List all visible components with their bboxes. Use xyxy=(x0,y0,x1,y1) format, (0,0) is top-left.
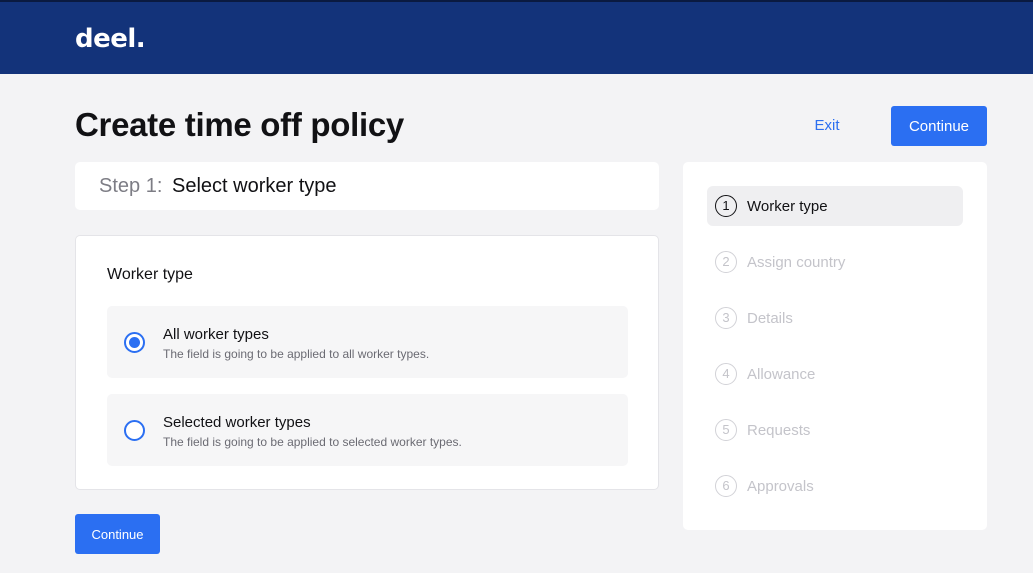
step-label: Details xyxy=(747,310,793,327)
continue-button-bottom[interactable]: Continue xyxy=(75,514,160,554)
step-number: 6 xyxy=(715,475,737,497)
stepper-item-requests[interactable]: 5 Requests xyxy=(707,410,963,450)
page-title: Create time off policy xyxy=(75,106,404,143)
option-description: The field is going to be applied to all … xyxy=(163,347,430,361)
worker-type-card: Worker type All worker types The field i… xyxy=(75,235,659,490)
option-title: All worker types xyxy=(163,326,269,343)
steps-sidebar: 1 Worker type 2 Assign country 3 Details… xyxy=(683,162,987,530)
step-prefix: Step 1: xyxy=(99,175,163,197)
continue-button-top[interactable]: Continue xyxy=(891,106,987,146)
step-label: Requests xyxy=(747,422,811,439)
radio-all-worker-types[interactable] xyxy=(124,332,145,353)
step-label: Approvals xyxy=(747,478,814,495)
exit-button[interactable]: Exit xyxy=(802,106,852,146)
step-label: Allowance xyxy=(747,366,816,383)
step-number: 3 xyxy=(715,307,737,329)
option-description: The field is going to be applied to sele… xyxy=(163,435,462,449)
stepper-item-approvals[interactable]: 6 Approvals xyxy=(707,466,963,506)
step-number: 5 xyxy=(715,419,737,441)
stepper-item-allowance[interactable]: 4 Allowance xyxy=(707,354,963,394)
top-bar: deel. xyxy=(0,0,1033,74)
option-title: Selected worker types xyxy=(163,414,311,431)
stepper-item-worker-type[interactable]: 1 Worker type xyxy=(707,186,963,226)
step-number: 1 xyxy=(715,195,737,217)
deel-logo[interactable]: deel. xyxy=(75,24,146,54)
step-number: 4 xyxy=(715,363,737,385)
step-number: 2 xyxy=(715,251,737,273)
step-label: Worker type xyxy=(747,198,828,215)
radio-selected-worker-types[interactable] xyxy=(124,420,145,441)
stepper-item-assign-country[interactable]: 2 Assign country xyxy=(707,242,963,282)
option-selected-worker-types[interactable]: Selected worker types The field is going… xyxy=(107,394,628,466)
step-header: Step 1: Select worker type xyxy=(75,162,659,210)
step-title: Select worker type xyxy=(172,175,337,197)
worker-type-label: Worker type xyxy=(107,266,193,283)
option-all-worker-types[interactable]: All worker types The field is going to b… xyxy=(107,306,628,378)
stepper-item-details[interactable]: 3 Details xyxy=(707,298,963,338)
step-label: Assign country xyxy=(747,254,846,271)
